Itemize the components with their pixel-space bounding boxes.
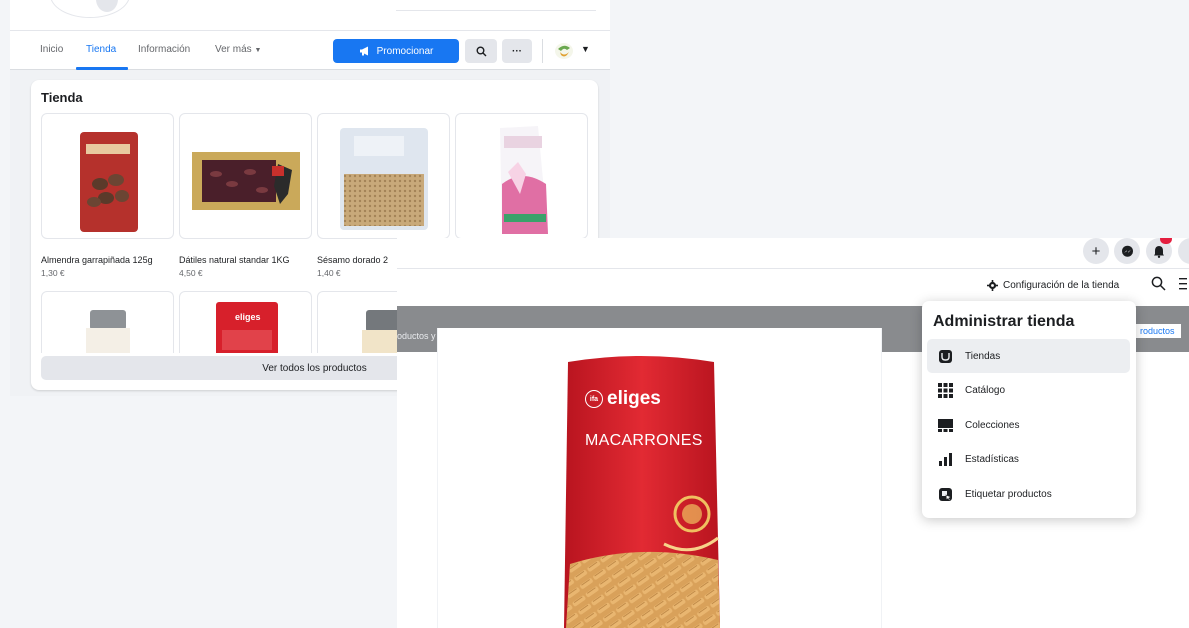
hamburger-menu-icon[interactable] <box>1179 277 1187 295</box>
product-name-label: MACARRONES <box>585 432 703 449</box>
product-image[interactable] <box>41 291 174 353</box>
store-icon <box>937 348 953 364</box>
more-options-button[interactable]: ··· <box>502 39 532 63</box>
menu-item-label: Etiquetar productos <box>965 488 1052 500</box>
product-image <box>179 113 312 239</box>
page-avatar[interactable] <box>553 41 575 61</box>
messenger-button[interactable] <box>1114 238 1140 264</box>
store-settings-label: Configuración de la tienda <box>1003 280 1120 291</box>
menu-item-tiendas[interactable]: Tiendas <box>927 339 1130 373</box>
product-name: Almendra garrapiñada 125g <box>41 255 153 265</box>
menu-item-label: Colecciones <box>965 419 1020 431</box>
more-dots-icon: ··· <box>512 45 522 57</box>
manage-store-dropdown: Administrar tienda Tiendas Catálogo Cole… <box>922 301 1136 518</box>
menu-item-label: Catálogo <box>965 384 1006 396</box>
bell-icon <box>1154 245 1164 258</box>
product-name: Dátiles natural standar 1KG <box>179 255 290 265</box>
active-tab-indicator <box>76 67 128 70</box>
gear-icon <box>987 280 998 291</box>
macaroni-pack-image <box>564 356 720 628</box>
search-button[interactable] <box>1151 276 1166 296</box>
product-image <box>455 113 588 239</box>
tab-ver-mas-label: Ver más <box>215 44 252 55</box>
profile-picture[interactable] <box>50 0 130 18</box>
nav-divider <box>542 39 543 63</box>
product-price: 1,30 € <box>41 268 65 278</box>
sesame-bag-image <box>340 128 428 230</box>
collections-icon <box>937 417 953 433</box>
page-header-strip <box>10 0 610 30</box>
product-card[interactable]: Dátiles natural standar 1KG 4,50 € <box>179 113 312 278</box>
plus-icon: + <box>1091 242 1101 260</box>
almond-bag-image <box>80 132 138 232</box>
spice-jar-image <box>86 310 130 353</box>
notification-badge <box>1160 238 1172 244</box>
menu-item-colecciones[interactable]: Colecciones <box>927 408 1130 442</box>
tab-inicio[interactable]: Inicio <box>40 44 63 55</box>
tag-products-icon <box>937 486 953 502</box>
product-image <box>317 113 450 239</box>
caret-down-icon[interactable]: ▼ <box>581 44 590 54</box>
dates-box-image <box>192 152 300 210</box>
tab-ver-mas[interactable]: Ver más ▼ <box>215 44 261 55</box>
bar-chart-icon <box>937 451 953 467</box>
milk-pack-image <box>500 126 548 234</box>
brand-logo: ifa eliges <box>585 388 661 410</box>
promote-button[interactable]: Promocionar <box>333 39 459 63</box>
page-tab-bar: Inicio Tienda Información Ver más ▼ Prom… <box>10 30 610 70</box>
megaphone-icon <box>359 46 368 56</box>
commerce-manager-window: + Configuración de la tienda oductos y m… <box>397 238 1189 628</box>
create-button[interactable]: + <box>1083 238 1109 264</box>
page-logo-icon <box>555 43 573 59</box>
header-divider <box>396 10 596 11</box>
dropdown-title: Administrar tienda <box>933 313 1075 330</box>
product-card[interactable] <box>455 113 588 255</box>
brand-badge: ifa <box>585 390 603 408</box>
tab-tienda[interactable]: Tienda <box>86 44 116 55</box>
shop-section-title: Tienda <box>41 90 83 105</box>
menu-item-label: Tiendas <box>965 350 1001 362</box>
search-icon <box>1151 276 1166 291</box>
caret-down-icon: ▼ <box>254 47 262 54</box>
product-card[interactable]: Almendra garrapiñada 125g 1,30 € <box>41 113 174 278</box>
brand-name: eliges <box>607 388 661 409</box>
promote-button-label: Promocionar <box>376 45 434 57</box>
product-price: 4,50 € <box>179 268 203 278</box>
tab-informacion[interactable]: Información <box>138 44 190 55</box>
menu-item-etiquetar-productos[interactable]: Etiquetar productos <box>927 477 1130 511</box>
product-image <box>41 113 174 239</box>
menu-item-label: Estadísticas <box>965 453 1019 465</box>
page-search-button[interactable] <box>465 39 497 63</box>
product-image[interactable]: eliges <box>179 291 312 353</box>
brand-label: eliges <box>235 312 261 322</box>
search-icon <box>476 46 486 56</box>
account-menu-button[interactable] <box>1178 238 1189 264</box>
store-settings-link[interactable]: Configuración de la tienda <box>987 280 1119 291</box>
menu-item-estadisticas[interactable]: Estadísticas <box>927 442 1130 476</box>
menu-item-catalogo[interactable]: Catálogo <box>927 373 1130 407</box>
rice-pack-image <box>216 302 278 353</box>
product-preview-panel: ifa eliges MACARRONES <box>437 328 882 628</box>
grid-icon <box>937 382 953 398</box>
info-banner-link[interactable]: roductos <box>1134 324 1181 338</box>
top-bar-divider <box>397 268 1189 269</box>
messenger-icon <box>1121 245 1133 257</box>
